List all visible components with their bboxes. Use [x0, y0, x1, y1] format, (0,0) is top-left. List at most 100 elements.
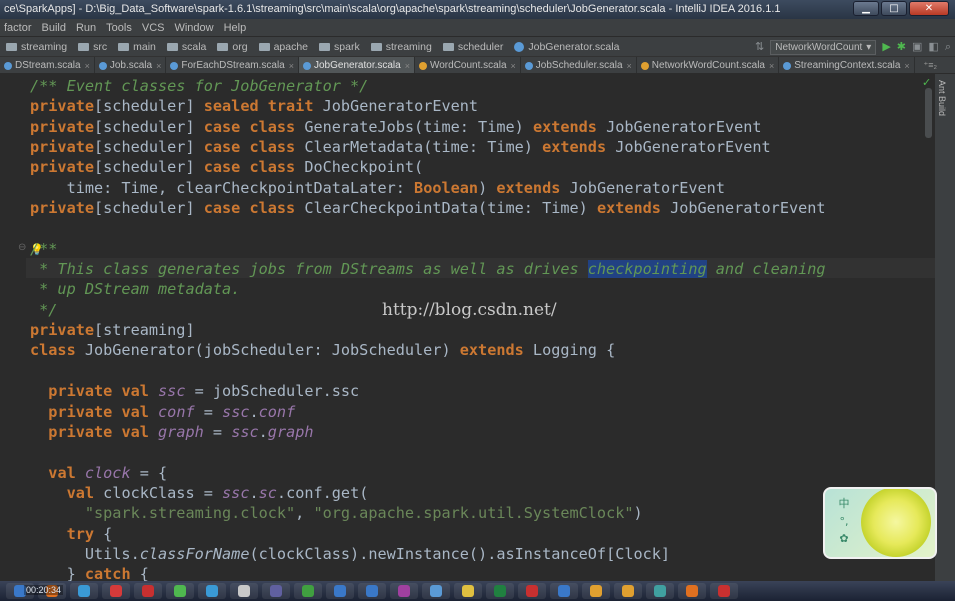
breadcrumb-item[interactable]: scheduler	[442, 37, 503, 57]
menu-window[interactable]: Window	[174, 19, 213, 36]
tab-jobgenerator[interactable]: JobGenerator.scala ×	[299, 57, 415, 73]
breadcrumb-item[interactable]: scala	[166, 37, 206, 57]
code-editor[interactable]: ⊖ 💡 /** Event classes for JobGenerator *…	[0, 74, 935, 581]
breadcrumb-item[interactable]: streaming	[6, 37, 67, 57]
taskbar-app-icon[interactable]	[198, 583, 226, 599]
close-button[interactable]: ✕	[909, 1, 949, 16]
scala-object-icon	[418, 61, 427, 70]
clock-readout: 00:20:34	[24, 585, 64, 595]
editor-tabs: DStream.scala × Job.scala × ForEachDStream.s…	[0, 57, 955, 74]
code-token: ssc	[231, 422, 259, 441]
taskbar-app-icon[interactable]	[678, 583, 706, 599]
close-icon[interactable]: ×	[511, 61, 516, 71]
taskbar-app-icon[interactable]	[230, 583, 258, 599]
close-icon[interactable]: ×	[289, 61, 294, 71]
desktop-widget[interactable]: 中 °, ✿	[823, 487, 937, 559]
menu-refactor[interactable]: factor	[4, 19, 32, 36]
chinese-input-icon[interactable]: 中	[839, 495, 850, 511]
menu-help[interactable]: Help	[224, 19, 247, 36]
breadcrumb-item[interactable]: src	[78, 37, 107, 57]
run-config-select[interactable]: NetworkWordCount ▾	[770, 39, 877, 55]
chevron-down-icon: ▾	[866, 41, 872, 53]
ant-build-panel-label[interactable]: Ant Build	[937, 80, 947, 116]
code-token: ssc	[148, 382, 186, 401]
title-bar: ce\SparkApps] - D:\Big_Data_Software\spa…	[0, 0, 955, 19]
taskbar-app-icon[interactable]	[486, 583, 514, 599]
app-icon	[622, 585, 634, 597]
coverage-icon[interactable]: ▣	[912, 37, 922, 57]
tab-foreachdstream[interactable]: ForEachDStream.scala ×	[166, 57, 299, 73]
code-token: case class	[203, 138, 296, 157]
taskbar-app-icon[interactable]	[454, 583, 482, 599]
taskbar-app-icon[interactable]	[102, 583, 130, 599]
tab-dstream[interactable]: DStream.scala ×	[0, 57, 95, 73]
code-token: JobGeneratorEvent	[660, 199, 826, 218]
vertical-scrollbar[interactable]	[925, 88, 932, 138]
taskbar-app-icon[interactable]	[358, 583, 386, 599]
code-token: =	[203, 422, 232, 441]
taskbar-app-icon[interactable]	[422, 583, 450, 599]
close-icon[interactable]: ×	[904, 61, 909, 71]
punctuation-icon[interactable]: °,	[840, 515, 849, 528]
code-token: private val	[48, 382, 149, 401]
close-icon[interactable]: ×	[627, 61, 632, 71]
code-token: conf	[148, 402, 195, 421]
code-token: private	[30, 97, 95, 116]
taskbar-app-icon[interactable]	[70, 583, 98, 599]
code-token: private	[30, 117, 95, 136]
tab-jobscheduler[interactable]: JobScheduler.scala ×	[521, 57, 637, 73]
tab-job[interactable]: Job.scala ×	[95, 57, 167, 73]
code-token: [scheduler]	[94, 138, 204, 157]
taskbar-app-icon[interactable]	[294, 583, 322, 599]
tab-networkwordcount[interactable]: NetworkWordCount.scala ×	[637, 57, 780, 73]
debug-icon[interactable]: ✱	[897, 37, 906, 57]
build-icon[interactable]: ⇅	[755, 37, 764, 57]
breadcrumb-item[interactable]: JobGenerator.scala	[514, 37, 619, 57]
search-icon[interactable]: ⌕	[945, 37, 951, 57]
settings-icon[interactable]: ✿	[839, 532, 848, 545]
taskbar-app-icon[interactable]	[326, 583, 354, 599]
fold-icon[interactable]: ⊖	[18, 242, 26, 253]
tab-streamingcontext[interactable]: StreamingContext.scala ×	[779, 57, 915, 73]
tab-wordcount[interactable]: WordCount.scala ×	[415, 57, 521, 73]
menu-vcs[interactable]: VCS	[142, 19, 165, 36]
taskbar-app-icon[interactable]	[134, 583, 162, 599]
code-token: graph	[267, 422, 314, 441]
minimize-button[interactable]: ▁	[853, 1, 879, 16]
close-icon[interactable]: ×	[156, 61, 161, 71]
breadcrumb-item[interactable]: org	[217, 37, 248, 57]
project-structure-icon[interactable]: ◧	[928, 37, 938, 57]
app-icon	[270, 585, 282, 597]
maximize-button[interactable]: □	[881, 1, 907, 16]
menu-run[interactable]: Run	[76, 19, 96, 36]
code-token: case class	[203, 117, 296, 136]
close-icon[interactable]: ×	[85, 61, 90, 71]
taskbar-app-icon[interactable]	[262, 583, 290, 599]
breadcrumb-item[interactable]: apache	[258, 37, 308, 57]
taskbar-app-icon[interactable]	[710, 583, 738, 599]
code-line: class JobGenerator(jobScheduler: JobSche…	[30, 340, 935, 360]
taskbar-app-icon[interactable]	[518, 583, 546, 599]
breadcrumb: streaming src main scala org apache spark strea…	[6, 37, 623, 57]
close-icon[interactable]: ×	[769, 61, 774, 71]
code-line: private val conf = ssc.conf	[30, 402, 935, 422]
run-icon[interactable]: ▶	[882, 37, 890, 57]
taskbar-app-icon[interactable]	[582, 583, 610, 599]
breadcrumb-item[interactable]: spark	[319, 37, 360, 57]
code-line: /** Event classes for JobGenerator */	[30, 76, 935, 96]
breadcrumb-item[interactable]: streaming	[370, 37, 432, 57]
taskbar-app-icon[interactable]	[614, 583, 642, 599]
more-tabs-icon[interactable]: ⁺≡₂	[924, 57, 938, 73]
code-line: private val ssc = jobScheduler.ssc	[30, 381, 935, 401]
breadcrumb-item[interactable]: main	[118, 37, 156, 57]
taskbar-app-icon[interactable]	[390, 583, 418, 599]
menu-tools[interactable]: Tools	[106, 19, 132, 36]
taskbar-app-icon[interactable]	[166, 583, 194, 599]
breadcrumb-label: src	[93, 40, 108, 53]
close-icon[interactable]: ×	[405, 61, 410, 71]
menu-build[interactable]: Build	[42, 19, 66, 36]
taskbar-app-icon[interactable]	[646, 583, 674, 599]
taskbar-app-icon[interactable]	[550, 583, 578, 599]
